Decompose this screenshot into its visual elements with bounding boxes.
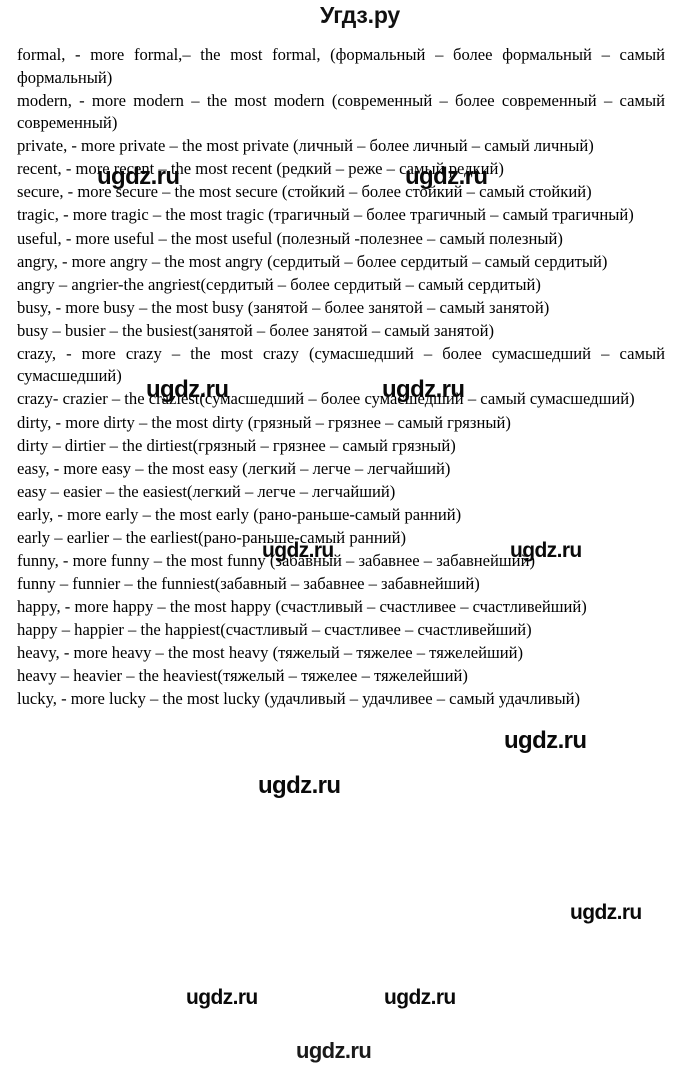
entry-line: early, - more early – the most early (ра…: [17, 504, 462, 524]
watermark: ugdz.ru: [504, 727, 587, 754]
entry-line: tragic, - more tragic – the most tragic …: [17, 205, 634, 225]
entry-line: easy, - more easy – the most easy (легки…: [17, 458, 451, 478]
site-logo: Угдз.ру: [320, 2, 400, 28]
entry-line: useful, - more useful – the most useful …: [17, 228, 563, 248]
watermark: ugdz.ru: [570, 901, 642, 924]
entry-line: heavy, - more heavy – the most heavy (тя…: [17, 643, 524, 663]
entry-line: busy – busier – the busiest(занятой – бо…: [17, 320, 495, 340]
watermark: ugdz.ru: [384, 986, 456, 1009]
watermark: ugdz.ru: [258, 772, 341, 799]
entry-line: happy – happier – the happiest(счастливы…: [17, 620, 532, 640]
entry-line: funny – funnier – the funniest(забавный …: [17, 573, 480, 593]
entry-line: private, - more private – the most priva…: [17, 136, 594, 156]
entry-line: heavy – heavier – the heaviest(тяжелый –…: [17, 666, 468, 686]
watermark: ugdz.ru: [186, 986, 258, 1009]
entry-line: lucky, - more lucky – the most lucky (уд…: [17, 689, 581, 709]
entry-line: modern, - more modern – the most modern …: [17, 90, 665, 133]
entry-line: funny, - more funny – the most funny (за…: [17, 550, 535, 570]
entry-line: crazy- crazier – the craziest(сумасшедши…: [17, 389, 635, 409]
entry-line: easy – easier – the easiest(легкий – лег…: [17, 481, 396, 501]
entry-line: dirty, - more dirty – the most dirty (гр…: [17, 412, 511, 432]
entry-line: recent, - more recent – the most recent …: [17, 159, 504, 179]
entry-line: formal, - more formal,– the most formal,…: [17, 45, 665, 87]
entry-line: happy, - more happy – the most happy (сч…: [17, 597, 587, 616]
entry-line: angry – angrier-the angriest(сердитый – …: [17, 274, 541, 294]
document-page: Угдз.ру formal, - more formal,– the most…: [0, 0, 680, 1075]
entry-line: early – earlier – the earliest(рано-рань…: [17, 527, 407, 547]
entry-line: crazy, - more crazy – the most crazy (су…: [17, 343, 665, 386]
entry-line: dirty – dirtier – the dirtiest(грязный –…: [17, 435, 456, 455]
footer-watermark: ugdz.ru: [296, 1038, 372, 1063]
entry-line: secure, - more secure – the most secure …: [17, 182, 592, 202]
document-body: formal, - more formal,– the most formal,…: [17, 44, 665, 711]
entry-line: busy, - more busy – the most busy (занят…: [17, 297, 550, 317]
entry-line: angry, - more angry – the most angry (се…: [17, 251, 608, 271]
